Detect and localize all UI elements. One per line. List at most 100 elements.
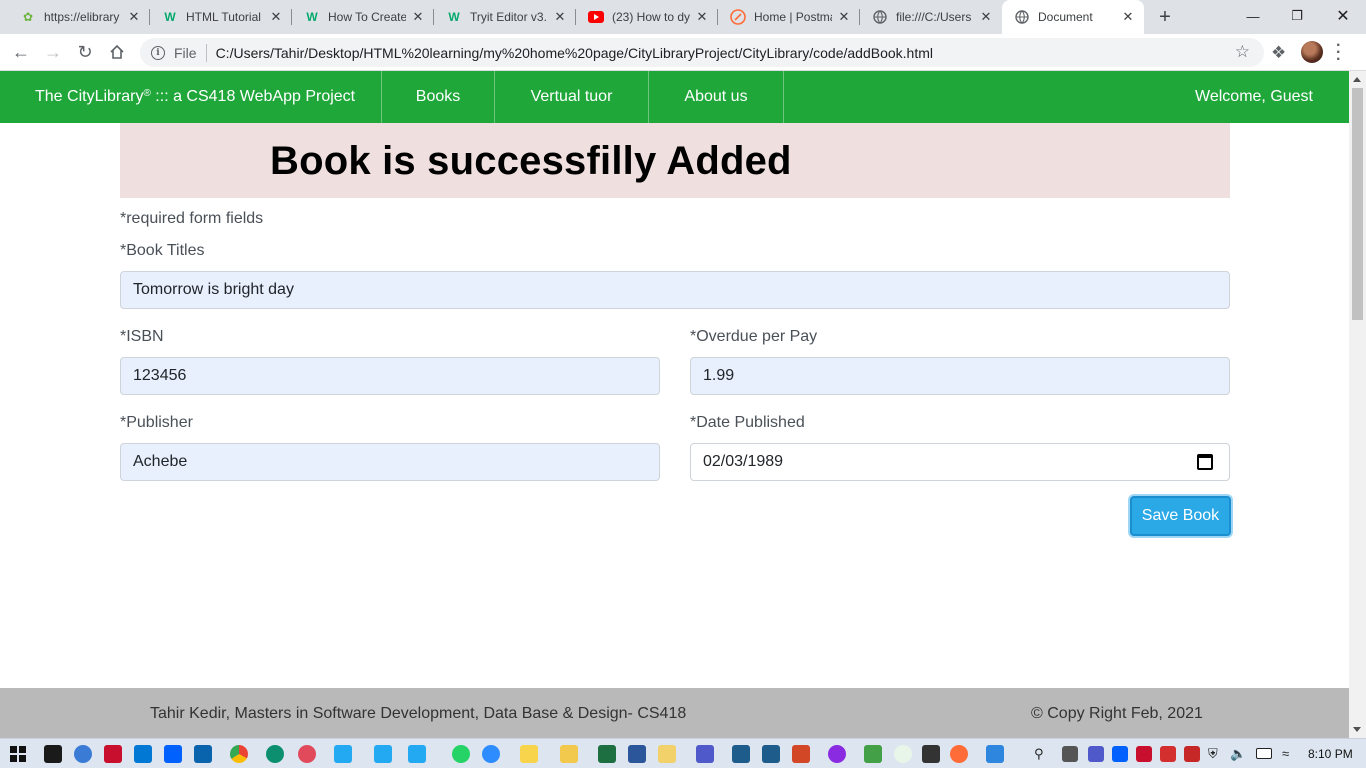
mcafee-tray-icon[interactable] <box>1136 746 1152 762</box>
app-icon[interactable] <box>864 745 882 763</box>
browser-tab[interactable]: (23) How to dy ✕ <box>576 0 718 34</box>
volume-icon[interactable]: 🔈 <box>1230 746 1246 762</box>
calendar-app-icon[interactable] <box>134 745 152 763</box>
dropbox-tray-icon[interactable] <box>1112 746 1128 762</box>
scroll-down-icon[interactable] <box>1353 727 1361 732</box>
browser-tab[interactable]: W HTML Tutorial ✕ <box>150 0 292 34</box>
browser-tab[interactable]: file:///C:/Users ✕ <box>860 0 1002 34</box>
chrome-icon[interactable] <box>230 745 248 763</box>
overdue-input[interactable]: 1.99 <box>690 357 1230 395</box>
info-icon[interactable]: i <box>151 45 165 60</box>
postman-icon[interactable] <box>950 745 968 763</box>
tray-icon[interactable] <box>1062 746 1078 762</box>
vscode-icon[interactable] <box>334 745 352 763</box>
vscode-icon[interactable] <box>374 745 392 763</box>
close-tab-icon[interactable]: ✕ <box>978 9 994 25</box>
teams-icon[interactable] <box>696 745 714 763</box>
date-published-input[interactable]: 02/03/1989 <box>690 443 1230 481</box>
url-text[interactable]: C:/Users/Tahir/Desktop/HTML%20learning/m… <box>216 45 933 61</box>
browser-tab[interactable]: Home | Postma ✕ <box>718 0 860 34</box>
nav-virtual-tour[interactable]: Vertual tuor <box>495 71 649 123</box>
close-window-button[interactable]: ✕ <box>1320 0 1366 32</box>
wifi-icon[interactable]: ≈ <box>1282 746 1289 761</box>
browser-tab[interactable]: W Tryit Editor v3. ✕ <box>434 0 576 34</box>
tab-title: Document <box>1038 10 1093 24</box>
publisher-input[interactable]: Achebe <box>120 443 660 481</box>
edge-icon[interactable] <box>266 745 284 763</box>
brand-name: The CityLibrary <box>35 88 144 105</box>
scheme-label: File <box>174 44 197 61</box>
minimize-button[interactable]: — <box>1230 0 1276 32</box>
menu-kebab-icon[interactable]: · · · <box>1336 38 1342 68</box>
sticky-notes-icon[interactable] <box>520 745 538 763</box>
avatar[interactable] <box>1301 41 1323 63</box>
isbn-input[interactable]: 123456 <box>120 357 660 395</box>
browser-tab-active[interactable]: Document ✕ <box>1002 0 1144 34</box>
clock-time[interactable]: 8:10 PM <box>1308 747 1353 761</box>
close-tab-icon[interactable]: ✕ <box>694 9 710 25</box>
save-book-button[interactable]: Save Book <box>1130 496 1231 536</box>
close-tab-icon[interactable]: ✕ <box>410 9 426 25</box>
restore-button[interactable]: ❐ <box>1274 0 1320 32</box>
close-tab-icon[interactable]: ✕ <box>268 9 284 25</box>
tab-title: (23) How to dy <box>612 10 690 24</box>
word-icon[interactable] <box>628 745 646 763</box>
photos-icon[interactable] <box>986 745 1004 763</box>
browser-tab[interactable]: ✿ https://elibrary ✕ <box>8 0 150 34</box>
nav-about-us[interactable]: About us <box>649 71 784 123</box>
notepad-icon[interactable] <box>658 745 676 763</box>
app-icon[interactable] <box>828 745 846 763</box>
book-title-label: *Book Titles <box>120 242 205 259</box>
vscode-icon[interactable] <box>408 745 426 763</box>
bookmark-star-icon[interactable]: ☆ <box>1235 42 1250 62</box>
tray-icon[interactable] <box>1184 746 1200 762</box>
back-arrow-icon[interactable]: ← <box>7 38 35 66</box>
reload-icon[interactable]: ↻ <box>71 38 99 66</box>
extensions-puzzle-icon[interactable]: ❖ <box>1271 43 1286 63</box>
address-bar[interactable]: i File C:/Users/Tahir/Desktop/HTML%20lea… <box>140 38 1264 67</box>
postman-icon <box>730 9 746 25</box>
security-shield-icon[interactable]: ⛨ <box>1208 746 1218 762</box>
paint-icon[interactable] <box>298 745 316 763</box>
nav-books[interactable]: Books <box>382 71 495 123</box>
app-icon[interactable] <box>894 745 912 763</box>
app-icon[interactable] <box>762 745 780 763</box>
terminal-icon[interactable] <box>922 745 940 763</box>
tab-title: https://elibrary <box>44 10 120 24</box>
close-tab-icon[interactable]: ✕ <box>1120 9 1136 25</box>
close-tab-icon[interactable]: ✕ <box>126 9 142 25</box>
close-tab-icon[interactable]: ✕ <box>552 9 568 25</box>
scroll-up-icon[interactable] <box>1353 77 1361 82</box>
powerpoint-icon[interactable] <box>792 745 810 763</box>
tab-title: file:///C:/Users <box>896 10 972 24</box>
teams-tray-icon[interactable] <box>1088 746 1104 762</box>
app-icon[interactable] <box>732 745 750 763</box>
whatsapp-icon[interactable] <box>452 745 470 763</box>
calendar-icon[interactable] <box>1197 454 1213 470</box>
book-title-input[interactable]: Tomorrow is bright day <box>120 271 1230 309</box>
scroll-thumb[interactable] <box>1352 88 1363 320</box>
snipping-tool-icon[interactable] <box>74 745 92 763</box>
browser-tab[interactable]: W How To Create ✕ <box>292 0 434 34</box>
brand-link[interactable]: The CityLibrary ® ::: a CS418 WebApp Proj… <box>0 71 382 123</box>
windows-start-icon[interactable] <box>10 746 26 762</box>
people-icon[interactable]: ⚲ <box>1034 746 1044 762</box>
outlook-icon[interactable] <box>194 745 212 763</box>
dropbox-icon[interactable] <box>164 745 182 763</box>
mcafee-icon[interactable] <box>104 745 122 763</box>
new-tab-button[interactable]: + <box>1154 6 1176 28</box>
file-explorer-icon[interactable] <box>560 745 578 763</box>
tray-icon[interactable] <box>1160 746 1176 762</box>
close-tab-icon[interactable]: ✕ <box>836 9 852 25</box>
welcome-text: Welcome, Guest <box>1195 88 1313 105</box>
browser-toolbar: ← → ↻ i File C:/Users/Tahir/Desktop/HTML… <box>0 34 1366 71</box>
site-footer: Tahir Kedir, Masters in Software Develop… <box>0 688 1349 738</box>
tab-title: How To Create <box>328 10 406 24</box>
home-icon[interactable] <box>103 38 131 66</box>
pycharm-icon[interactable] <box>44 745 62 763</box>
zoom-icon[interactable] <box>482 745 500 763</box>
excel-icon[interactable] <box>598 745 616 763</box>
forward-arrow-icon[interactable]: → <box>39 38 67 66</box>
battery-icon[interactable] <box>1256 748 1272 759</box>
vertical-scrollbar[interactable] <box>1349 71 1366 738</box>
